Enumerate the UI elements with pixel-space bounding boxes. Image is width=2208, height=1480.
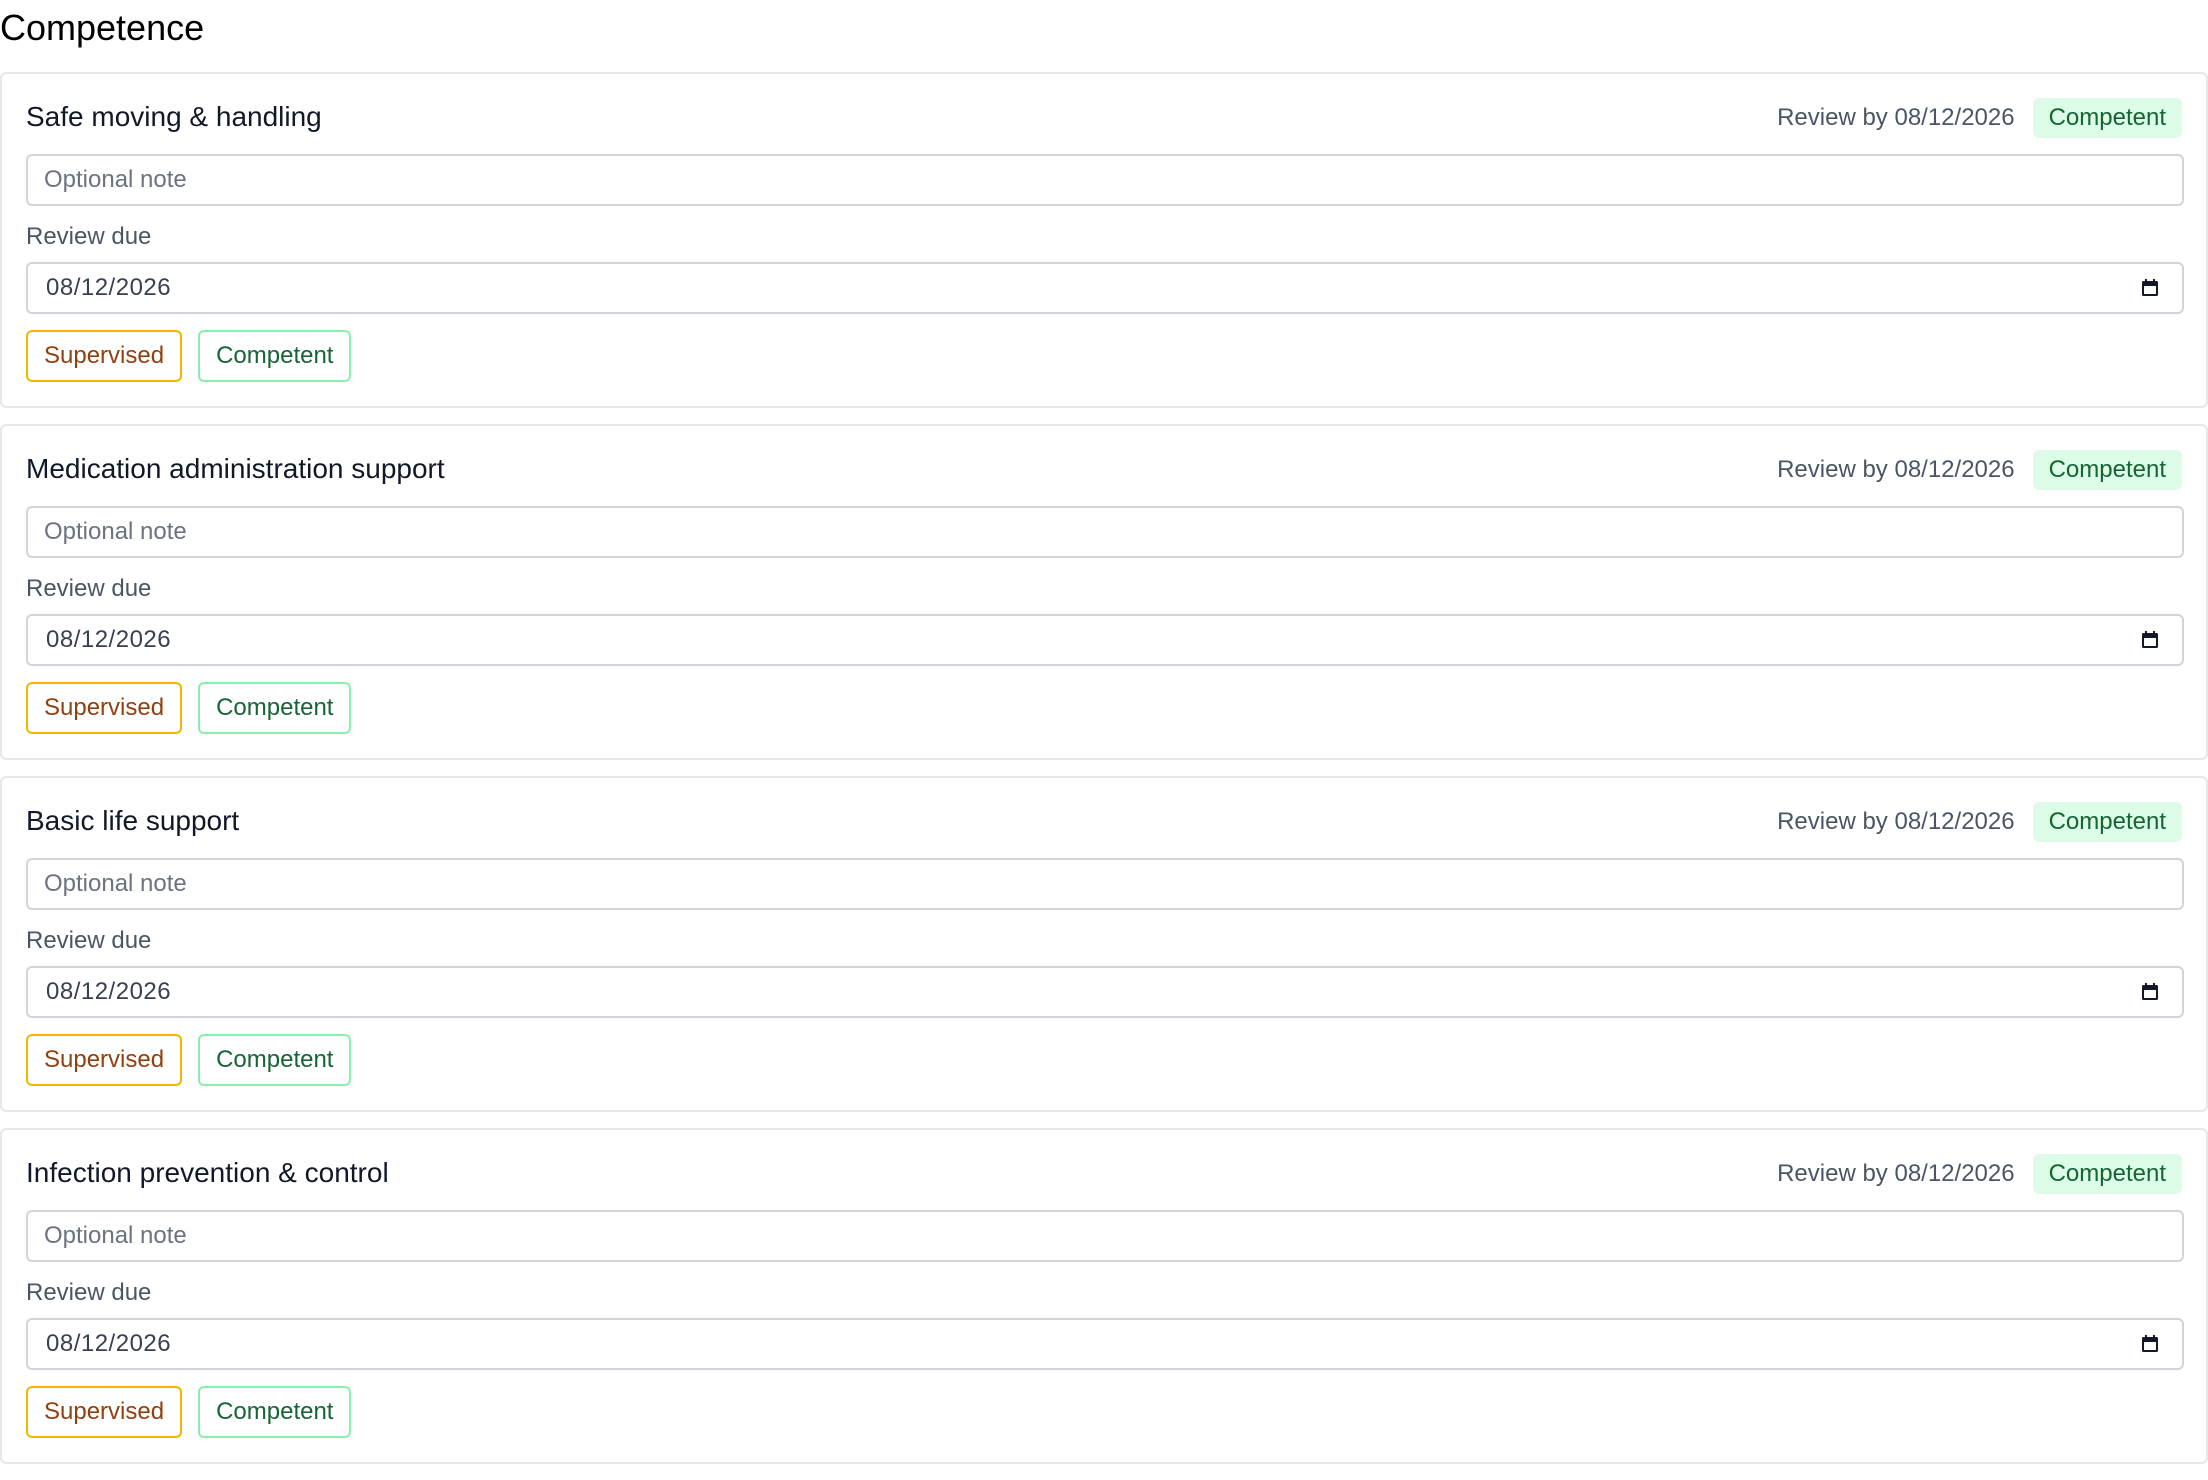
competence-card-medication: Medication administration support Review…: [0, 424, 2208, 760]
supervised-button[interactable]: Supervised: [26, 1034, 183, 1086]
status-badge: Competent: [2032, 1154, 2182, 1194]
review-due-value: 08/12/2026: [46, 1330, 172, 1357]
competence-card-safe-moving: Safe moving & handling Review by 08/12/2…: [0, 72, 2208, 408]
competent-button[interactable]: Competent: [198, 682, 352, 734]
status-actions: Supervised Competent: [26, 1034, 367, 1086]
review-due-value: 08/12/2026: [46, 274, 172, 301]
calendar-icon[interactable]: [2140, 1334, 2160, 1354]
review-due-label: Review due: [26, 575, 152, 602]
competence-title: Medication administration support: [26, 453, 445, 484]
competence-title: Infection prevention & control: [26, 1157, 389, 1188]
review-due-label: Review due: [26, 223, 152, 250]
review-due-value: 08/12/2026: [46, 978, 172, 1005]
competence-title: Basic life support: [26, 805, 240, 836]
competence-list: Safe moving & handling Review by 08/12/2…: [0, 72, 2208, 1480]
note-input[interactable]: [26, 154, 2184, 206]
review-due-date-input[interactable]: 08/12/2026: [26, 1318, 2184, 1370]
review-by-text: Review by 08/12/2026: [1777, 456, 2015, 483]
calendar-icon[interactable]: [2140, 630, 2160, 650]
supervised-button[interactable]: Supervised: [26, 330, 183, 382]
status-actions: Supervised Competent: [26, 330, 367, 382]
status-actions: Supervised Competent: [26, 1386, 367, 1438]
review-due-date-input[interactable]: 08/12/2026: [26, 966, 2184, 1018]
competence-title: Safe moving & handling: [26, 101, 322, 132]
competent-button[interactable]: Competent: [198, 1034, 352, 1086]
status-badge: Competent: [2032, 802, 2182, 842]
status-actions: Supervised Competent: [26, 682, 367, 734]
competence-meta: Review by 08/12/2026 Competent: [1777, 450, 2182, 490]
note-input[interactable]: [26, 506, 2184, 558]
review-by-text: Review by 08/12/2026: [1777, 808, 2015, 835]
review-due-date-input[interactable]: 08/12/2026: [26, 614, 2184, 666]
competence-card-basic-life-support: Basic life support Review by 08/12/2026 …: [0, 776, 2208, 1112]
supervised-button[interactable]: Supervised: [26, 1386, 183, 1438]
competence-meta: Review by 08/12/2026 Competent: [1777, 1154, 2182, 1194]
review-due-label: Review due: [26, 927, 152, 954]
competent-button[interactable]: Competent: [198, 330, 352, 382]
status-badge: Competent: [2032, 98, 2182, 138]
review-by-text: Review by 08/12/2026: [1777, 1160, 2015, 1187]
competence-meta: Review by 08/12/2026 Competent: [1777, 98, 2182, 138]
competence-card-infection-control: Infection prevention & control Review by…: [0, 1128, 2208, 1464]
review-due-label: Review due: [26, 1279, 152, 1306]
calendar-icon[interactable]: [2140, 982, 2160, 1002]
status-badge: Competent: [2032, 450, 2182, 490]
note-input[interactable]: [26, 1210, 2184, 1262]
page-title: Competence: [0, 7, 205, 48]
review-due-value: 08/12/2026: [46, 626, 172, 653]
review-by-text: Review by 08/12/2026: [1777, 104, 2015, 131]
note-input[interactable]: [26, 858, 2184, 910]
competent-button[interactable]: Competent: [198, 1386, 352, 1438]
review-due-date-input[interactable]: 08/12/2026: [26, 262, 2184, 314]
calendar-icon[interactable]: [2140, 278, 2160, 298]
competence-meta: Review by 08/12/2026 Competent: [1777, 802, 2182, 842]
supervised-button[interactable]: Supervised: [26, 682, 183, 734]
